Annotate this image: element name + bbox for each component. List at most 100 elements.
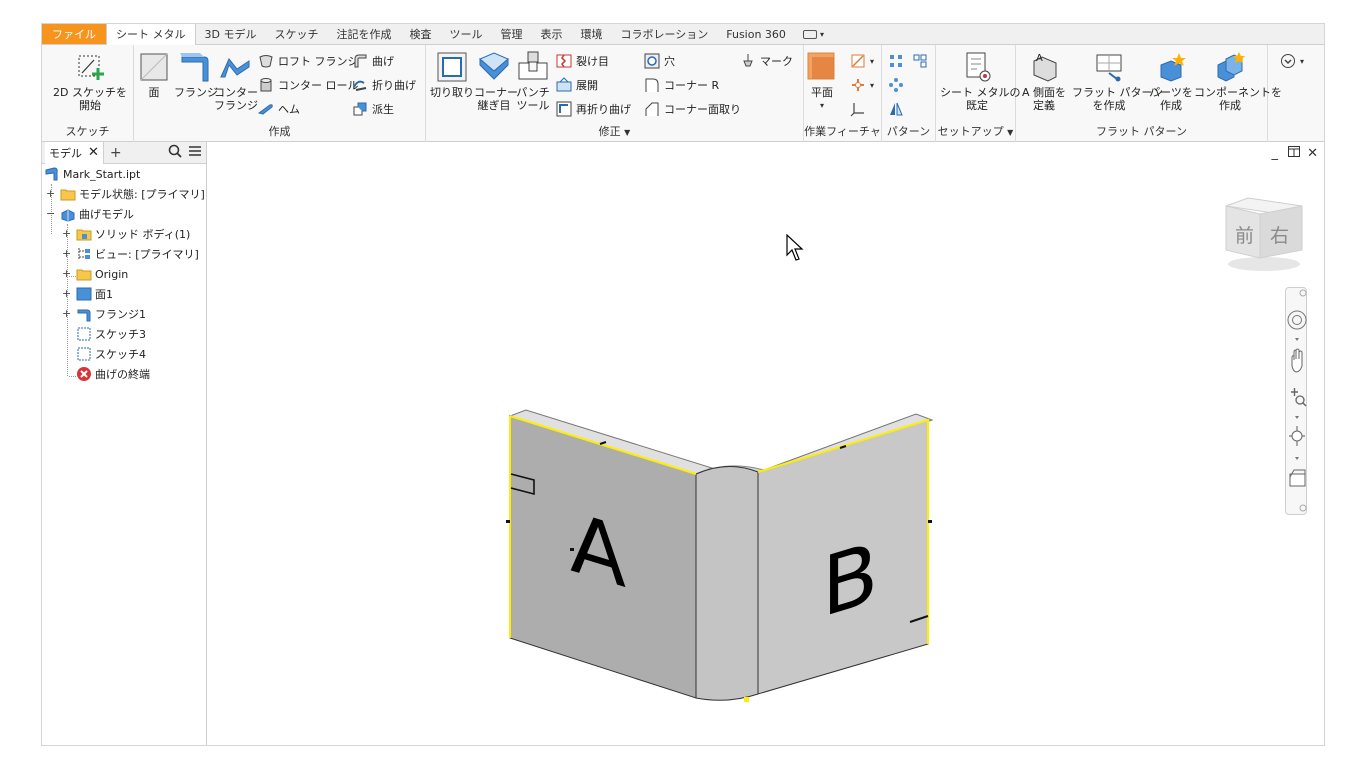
rip-button[interactable]: 裂け目 <box>556 51 609 71</box>
hole-button[interactable]: 穴 <box>644 51 675 71</box>
rectangular-pattern-button[interactable] <box>888 51 908 71</box>
expand-icon[interactable]: + <box>62 244 71 264</box>
start-2d-sketch-button[interactable]: 2D スケッチを 開始 <box>52 51 128 112</box>
expand-icon[interactable]: + <box>62 304 71 324</box>
tab-collaborate[interactable]: コラボレーション <box>611 24 717 44</box>
tab-inspect[interactable]: 検査 <box>400 24 440 44</box>
tree-label: スケッチ3 <box>95 328 146 341</box>
hem-button[interactable]: ヘム <box>258 99 300 119</box>
tab-sketch[interactable]: スケッチ <box>265 24 327 44</box>
viewcube-right-label[interactable]: 右 <box>1270 225 1289 247</box>
tree-item-bend-model[interactable]: 曲げモデル <box>60 204 134 224</box>
graphics-viewport[interactable]: _ ✕ 前 右 A B <box>208 142 1324 745</box>
sheet-metal-part[interactable]: A B <box>504 390 934 710</box>
face-button[interactable]: 面 <box>136 51 172 99</box>
contour-flange-button[interactable]: コンター フランジ <box>214 51 258 112</box>
tree-item-face1[interactable]: 面1 <box>76 284 113 304</box>
punch-tool-icon <box>518 51 548 80</box>
tab-fusion-360[interactable]: Fusion 360 <box>717 24 795 44</box>
corner-round-button[interactable]: コーナー R <box>644 75 719 95</box>
tab-tools[interactable]: ツール <box>440 24 491 44</box>
punch-tool-button[interactable]: パンチ ツール <box>516 51 550 112</box>
tab-model[interactable]: モデル ✕ <box>45 141 104 164</box>
lofted-flange-button[interactable]: ロフト フランジ <box>258 51 359 71</box>
close-icon[interactable]: ✕ <box>1307 146 1318 161</box>
tab-annotate[interactable]: 注記を作成 <box>327 24 400 44</box>
close-icon[interactable]: ✕ <box>88 145 99 160</box>
bend-button[interactable]: 曲げ <box>352 51 394 71</box>
tree-item-root[interactable]: Mark_Start.ipt <box>44 164 140 184</box>
corner-seam-button[interactable]: コーナー 継ぎ目 <box>474 51 518 112</box>
tree-item-end-of-part[interactable]: 曲げの終端 <box>76 364 150 384</box>
mirror-icon <box>890 102 903 116</box>
expand-icon[interactable]: + <box>62 224 71 244</box>
make-components-button[interactable]: コンポーネントを 作成 <box>1194 51 1282 112</box>
expand-icon[interactable]: + <box>46 184 55 204</box>
circular-pattern-button[interactable] <box>888 75 908 95</box>
create-flat-pattern-button[interactable]: フラット パターン を作成 <box>1072 51 1163 112</box>
search-icon[interactable] <box>168 144 182 162</box>
tab-view[interactable]: 表示 <box>531 24 571 44</box>
expand-icon[interactable]: + <box>62 264 71 284</box>
create-flat-label-2: を作成 <box>1092 99 1126 112</box>
menu-icon[interactable] <box>188 145 202 161</box>
define-a-side-button[interactable]: A A 側面を 定義 <box>1018 51 1070 112</box>
tab-file[interactable]: ファイル <box>42 24 106 44</box>
minimize-icon[interactable]: _ <box>1272 146 1279 161</box>
panel-title-modify[interactable]: 修正 ▼ <box>426 123 803 139</box>
tree-label: フランジ1 <box>95 308 146 321</box>
collapse-icon[interactable]: − <box>46 204 55 224</box>
pan-hand-icon[interactable] <box>1291 348 1303 373</box>
flange-button[interactable]: フランジ <box>174 51 218 99</box>
work-axis-button[interactable]: ▾ <box>850 51 874 71</box>
panel-overflow: ▾ <box>1268 45 1324 142</box>
bend-region[interactable] <box>695 465 759 701</box>
tree-item-sketch3[interactable]: スケッチ3 <box>76 324 146 344</box>
orbit-icon[interactable] <box>1289 426 1305 446</box>
work-point-button[interactable]: ▾ <box>850 75 874 95</box>
mirror-button[interactable] <box>888 99 908 119</box>
corner-chamfer-button[interactable]: コーナー面取り <box>644 99 741 119</box>
viewcube-front-label[interactable]: 前 <box>1235 225 1254 247</box>
tree-item-solid-bodies[interactable]: ソリッド ボディ(1) <box>76 224 190 244</box>
expand-icon[interactable]: + <box>62 284 71 304</box>
make-parts-button[interactable]: パーツを 作成 <box>1148 51 1194 112</box>
ribbon-display-toggle[interactable]: ▾ <box>795 24 832 44</box>
pattern-alt-button[interactable] <box>912 51 932 71</box>
view-face-icon[interactable] <box>1289 469 1306 487</box>
rip-label: 裂け目 <box>576 55 609 68</box>
add-tab-icon[interactable]: + <box>110 145 122 161</box>
unfold-button[interactable]: 展開 <box>556 75 598 95</box>
tree-item-origin[interactable]: Origin <box>76 264 128 284</box>
panel-title-setup[interactable]: セットアップ ▼ <box>936 123 1015 139</box>
tab-manage[interactable]: 管理 <box>491 24 531 44</box>
refold-icon <box>556 101 572 117</box>
plane-button[interactable]: 平面 ▾ <box>804 51 840 112</box>
tab-3d-model[interactable]: 3D モデル <box>196 24 266 44</box>
cut-button[interactable]: 切り取り <box>430 51 474 99</box>
refold-button[interactable]: 再折り曲げ <box>556 99 631 119</box>
derive-button[interactable]: 派生 <box>352 99 394 119</box>
ucs-button[interactable] <box>850 99 870 119</box>
tree-item-flange1[interactable]: フランジ1 <box>76 304 146 324</box>
contour-roll-button[interactable]: コンター ロール <box>258 75 359 95</box>
tree-item-model-state[interactable]: モデル状態: [プライマリ] <box>60 184 205 204</box>
tree-item-sketch4[interactable]: スケッチ4 <box>76 344 146 364</box>
folder-icon <box>76 269 92 281</box>
tab-environments[interactable]: 環境 <box>571 24 611 44</box>
viewcube[interactable]: 前 右 <box>1218 194 1306 274</box>
sheet-metal-defaults-button[interactable]: シート メタルの 既定 <box>940 51 1021 112</box>
nav-close-icon[interactable] <box>1299 289 1307 297</box>
corner-chamfer-icon <box>645 102 659 116</box>
more-tools-button[interactable]: ▾ <box>1280 51 1304 71</box>
contour-roll-icon <box>260 78 272 92</box>
zoom-icon[interactable] <box>1291 388 1307 407</box>
restore-icon[interactable] <box>1288 146 1300 161</box>
nav-options-icon[interactable] <box>1299 504 1307 512</box>
tab-sheet-metal[interactable]: シート メタル <box>106 24 196 46</box>
steering-wheel-icon[interactable] <box>1287 310 1307 330</box>
fold-button[interactable]: 折り曲げ <box>352 75 416 95</box>
mark-icon <box>743 54 753 67</box>
mark-button[interactable]: マーク <box>740 51 793 71</box>
tree-item-view[interactable]: ビュー: [プライマリ] <box>76 244 199 264</box>
